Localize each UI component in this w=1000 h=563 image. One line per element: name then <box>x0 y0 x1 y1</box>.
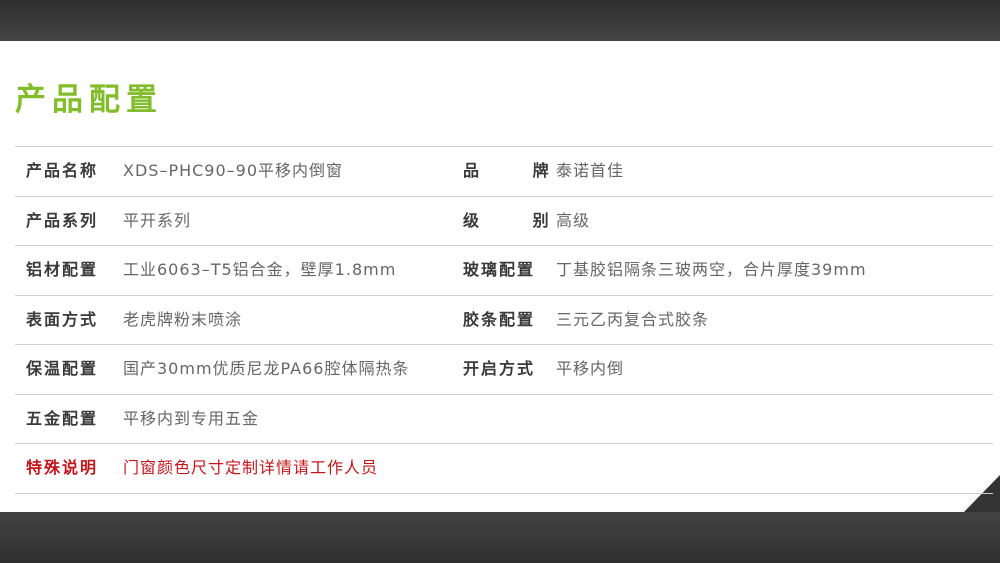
top-dark-band <box>0 0 1000 41</box>
spec-row: 保温配置 国产30mm优质尼龙PA66腔体隔热条 开启方式 平移内倒 <box>15 344 993 394</box>
spec-label: 铝材配置 <box>26 260 99 279</box>
spec-row: 产品系列 平开系列 级 别 高级 <box>15 195 993 246</box>
spec-label: 五金配置 <box>26 408 99 428</box>
spec-value: 丁基胶铝隔条三玻两空，合片厚度39mm <box>556 260 867 279</box>
spec-row: 五金配置 平移内到专用五金 <box>15 393 993 444</box>
spec-label: 开启方式 <box>463 359 536 378</box>
spec-label: 保温配置 <box>26 359 99 378</box>
spec-value: 高级 <box>556 210 591 230</box>
spec-value: 平开系列 <box>123 210 192 230</box>
spec-value: 国产30mm优质尼龙PA66腔体隔热条 <box>123 359 410 378</box>
spec-value: 平移内到专用五金 <box>123 408 260 428</box>
spec-label: 表面方式 <box>26 309 99 329</box>
spec-label: 胶条配置 <box>463 309 536 329</box>
spec-value: 老虎牌粉末喷涂 <box>123 309 243 329</box>
spec-row: 表面方式 老虎牌粉末喷涂 胶条配置 三元乙丙复合式胶条 <box>15 294 993 345</box>
spec-value: 泰诺首佳 <box>556 161 625 180</box>
spec-value: 工业6063–T5铝合金，壁厚1.8mm <box>123 260 397 279</box>
spec-value: XDS–PHC90–90平移内倒窗 <box>123 161 344 180</box>
spec-value: 平移内倒 <box>556 359 625 378</box>
spec-label: 产品系列 <box>26 210 99 230</box>
section-title: 产品配置 <box>15 82 163 118</box>
spec-table: 产品名称 XDS–PHC90–90平移内倒窗 品 牌 泰诺首佳 产品系列 平开系… <box>15 146 993 494</box>
notice-label: 特殊说明 <box>26 458 99 477</box>
bottom-dark-band <box>0 512 1000 563</box>
special-notice-row: 特殊说明 门窗颜色尺寸定制详情请工作人员 <box>15 443 993 494</box>
notice-text: 门窗颜色尺寸定制详情请工作人员 <box>123 458 379 477</box>
spec-row: 产品名称 XDS–PHC90–90平移内倒窗 品 牌 泰诺首佳 <box>15 146 993 196</box>
spec-row: 铝材配置 工业6063–T5铝合金，壁厚1.8mm 玻璃配置 丁基胶铝隔条三玻两… <box>15 245 993 295</box>
spec-label: 产品名称 <box>26 161 99 180</box>
spec-value: 三元乙丙复合式胶条 <box>556 309 710 329</box>
spec-label: 玻璃配置 <box>463 260 536 279</box>
